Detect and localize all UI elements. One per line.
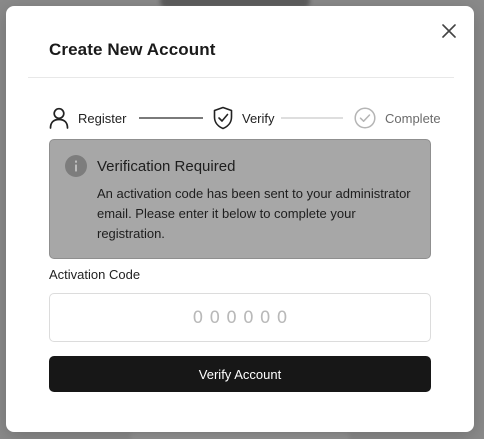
step-complete: Complete xyxy=(354,105,441,131)
create-account-modal: Create New Account Register Verify Compl… xyxy=(6,6,474,432)
step-label-complete: Complete xyxy=(385,110,441,126)
modal-title: Create New Account xyxy=(49,40,216,59)
check-circle-icon xyxy=(354,107,376,129)
activation-code-label: Activation Code xyxy=(49,267,141,282)
step-label-register: Register xyxy=(78,110,127,126)
header-divider xyxy=(28,77,454,78)
shield-check-icon xyxy=(213,106,233,130)
background-content-bottom xyxy=(130,432,350,439)
step-verify: Verify xyxy=(213,105,275,131)
step-connector-2 xyxy=(281,117,343,119)
close-icon xyxy=(442,24,456,38)
user-icon xyxy=(49,107,69,129)
step-register: Register xyxy=(49,105,126,131)
registration-stepper: Register Verify Complete xyxy=(49,105,441,131)
alert-title: Verification Required xyxy=(97,158,236,175)
step-connector-1 xyxy=(139,117,203,119)
activation-code-input[interactable] xyxy=(49,293,431,342)
verify-account-button[interactable]: Verify Account xyxy=(49,356,431,392)
info-icon xyxy=(65,155,87,177)
alert-message: An activation code has been sent to your… xyxy=(97,186,411,241)
step-label-verify: Verify xyxy=(242,110,275,126)
verification-alert: Verification Required An activation code… xyxy=(49,139,431,259)
close-button[interactable] xyxy=(440,22,458,40)
